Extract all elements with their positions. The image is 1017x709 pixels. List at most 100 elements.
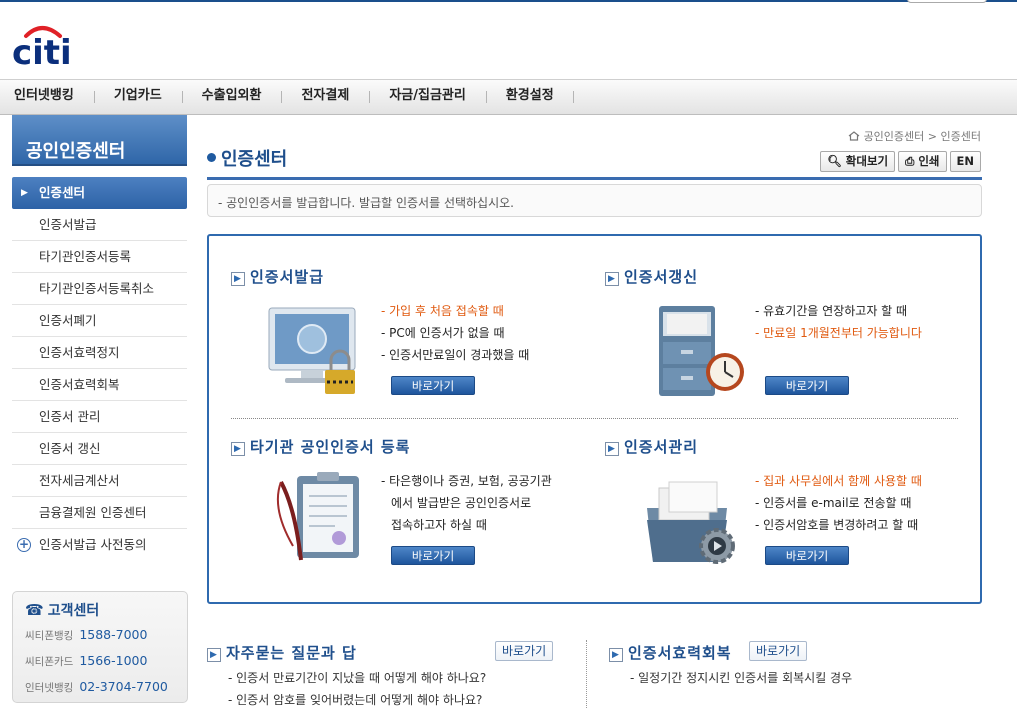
sidebar-item-cert-renew[interactable]: 인증서 갱신 [12, 433, 187, 465]
sidebar-item-cert-issue[interactable]: 인증서발급 [12, 209, 187, 241]
gnb-internet-banking[interactable]: 인터넷뱅킹 [0, 79, 94, 115]
restore-go-button[interactable]: 바로가기 [749, 641, 808, 661]
faq-link[interactable]: - 인증서 만료기간이 지났을 때 어떻게 해야 하나요? [228, 669, 486, 686]
list-item: - 만료일 1개월전부터 가능합니다 [755, 326, 922, 340]
card-title[interactable]: ▶ 인증서발급 [231, 266, 324, 287]
lnb-title: 공인인증센터 [12, 115, 187, 166]
zoom-button[interactable]: 🔍︎ 확대보기 [820, 151, 896, 172]
sidebar-item-cert-revoke[interactable]: 인증서폐기 [12, 305, 187, 337]
card-title[interactable]: ▶ 인증서갱신 [605, 266, 698, 287]
faq-title-text: 자주묻는 질문과 답 [226, 644, 357, 662]
sidebar-item-e-tax-invoice[interactable]: 전자세금계산서 [12, 465, 187, 497]
top-tab[interactable] [907, 0, 987, 3]
list-item: 접속하고자 하실 때 [391, 518, 487, 532]
go-button-cert-renew[interactable]: 바로가기 [765, 376, 849, 395]
arrow-box-icon: ▶ [609, 648, 623, 662]
arrow-box-icon: ▶ [605, 442, 619, 456]
phone-row: 씨티폰카드 1566-1000 [25, 648, 175, 674]
phone-row: 인터넷뱅킹 02-3704-7700 [25, 674, 175, 700]
sidebar-item-kftc-cert-center[interactable]: 금융결제원 인증센터 [12, 497, 187, 529]
sidebar-item-cert-restore[interactable]: 인증서효력회복 [12, 369, 187, 401]
cert-menu-panel: ▶ 인증서발급 - 가입 후 처음 접속할 때 - PC에 인증서가 없을 때 -… [207, 234, 982, 604]
clipboard-pen-icon [276, 472, 359, 561]
customer-center-box: ☎ 고객센터 씨티폰뱅킹 1588-7000 씨티폰카드 1566-1000 인터넷뱅… [12, 591, 188, 703]
utility-buttons: 🔍︎ 확대보기 ⎙ 인쇄 EN [820, 151, 981, 172]
card-list: - 가입 후 처음 접속할 때 - PC에 인증서가 없을 때 - 인증서만료일… [381, 300, 529, 366]
folder-gear-icon [647, 481, 735, 564]
breadcrumb-item: 인증센터 [940, 130, 981, 143]
card-title-text: 타기관 공인인증서 등록 [250, 438, 411, 456]
sidebar-item-cert-suspend[interactable]: 인증서효력정지 [12, 337, 187, 369]
sidebar-item-cert-center[interactable]: ▶ 인증센터 [12, 177, 187, 209]
cabinet-clock-icon [659, 306, 744, 396]
card-title-text: 인증서관리 [624, 438, 699, 456]
logo-text: citi [12, 33, 72, 70]
gnb-settings[interactable]: 환경설정 [485, 79, 574, 115]
list-item: - 집과 사무실에서 함께 사용할 때 [755, 474, 922, 488]
sidebar-item-cert-manage[interactable]: 인증서 관리 [12, 401, 187, 433]
faq-title[interactable]: ▶ 자주묻는 질문과 답 [207, 642, 357, 663]
list-item: - 인증서를 e-mail로 전송할 때 [755, 496, 912, 510]
printer-icon: ⎙ [905, 154, 915, 168]
card-cert-manage: ▶ 인증서관리 - 집과 사무실에서 함께 사용할 때 - 인증서를 e-mail… [605, 436, 975, 596]
arrow-right-icon: ▶ [21, 188, 28, 198]
customer-center-label: 고객센터 [47, 603, 100, 619]
phone-number: 1588-7000 [79, 627, 148, 642]
phone-icon: ☎ [25, 601, 44, 619]
list-item: - PC에 인증서가 없을 때 [381, 326, 505, 340]
zoom-label: 확대보기 [845, 154, 889, 168]
arrow-box-icon: ▶ [231, 272, 245, 286]
sidebar-item-label: 인증서발급 사전동의 [39, 537, 147, 552]
side-nav: ▶ 인증센터 인증서발급 타기관인증서등록 타기관인증서등록취소 인증서폐기 인증… [12, 177, 187, 561]
gnb-cash-management[interactable]: 자금/집금관리 [369, 79, 486, 115]
phone-number: 02-3704-7700 [79, 679, 168, 694]
restore-title[interactable]: ▶ 인증서효력회복 [609, 642, 732, 663]
arrow-box-icon: ▶ [231, 442, 245, 456]
citi-logo[interactable]: citi [12, 22, 74, 70]
magnifier-icon: 🔍︎ [827, 154, 842, 168]
breadcrumb-item[interactable]: 공인인증센터 [864, 130, 925, 143]
restore-title-text: 인증서효력회복 [628, 644, 732, 662]
card-title-text: 인증서갱신 [624, 268, 699, 286]
print-label: 인쇄 [918, 154, 940, 168]
card-cert-renew: ▶ 인증서갱신 - 유효기간을 연장하고자 할 때 - 만료일 1개월전부터 가능… [605, 266, 975, 426]
phone-label: 씨티폰뱅킹 [25, 630, 74, 642]
faq-go-button[interactable]: 바로가기 [495, 641, 554, 661]
top-border [0, 0, 1017, 2]
bullet-icon [207, 153, 216, 162]
customer-center-title: ☎ 고객센터 [25, 600, 175, 622]
phone-number: 1566-1000 [79, 653, 148, 668]
card-other-cert-register: ▶ 타기관 공인인증서 등록 - 타은행이나 증권, 보험, 공공기관 에서 발급… [231, 436, 601, 596]
card-title-text: 인증서발급 [250, 268, 325, 286]
card-title[interactable]: ▶ 타기관 공인인증서 등록 [231, 436, 410, 457]
sidebar-item-other-cert-register[interactable]: 타기관인증서등록 [12, 241, 187, 273]
plus-circle-icon: + [17, 537, 31, 552]
notice-box: - 공인인증서를 발급합니다. 발급할 인증서를 선택하십시오. [207, 184, 982, 217]
divider [586, 640, 587, 709]
title-underline [207, 177, 982, 180]
page-title-text: 인증센터 [221, 149, 288, 170]
phone-label: 인터넷뱅킹 [25, 682, 74, 694]
phone-row: 씨티폰뱅킹 1588-7000 [25, 622, 175, 648]
monitor-lock-icon [268, 307, 356, 394]
go-button-other-cert-register[interactable]: 바로가기 [391, 546, 475, 565]
faq-link[interactable]: - 인증서 암호를 잊어버렸는데 어떻게 해야 하나요? [228, 691, 482, 708]
sidebar-item-other-cert-unregister[interactable]: 타기관인증서등록취소 [12, 273, 187, 305]
sidebar-item-pre-consent[interactable]: + 인증서발급 사전동의 [12, 529, 187, 561]
list-item: - 가입 후 처음 접속할 때 [381, 304, 504, 318]
english-button[interactable]: EN [949, 151, 981, 172]
global-nav: 인터넷뱅킹 기업카드 수출입외환 전자결제 자금/집금관리 환경설정 [0, 79, 1017, 115]
gnb-e-payment[interactable]: 전자결제 [281, 79, 369, 115]
card-list: - 유효기간을 연장하고자 할 때 - 만료일 1개월전부터 가능합니다 [755, 300, 922, 344]
restore-link[interactable]: - 일정기간 정지시킨 인증서를 회복시킬 경우 [630, 669, 852, 686]
home-icon[interactable] [848, 131, 860, 141]
print-button[interactable]: ⎙ 인쇄 [898, 151, 947, 172]
phone-label: 씨티폰카드 [25, 656, 74, 668]
card-cert-issue: ▶ 인증서발급 - 가입 후 처음 접속할 때 - PC에 인증서가 없을 때 -… [231, 266, 601, 426]
gnb-trade-exchange[interactable]: 수출입외환 [181, 79, 282, 115]
go-button-cert-issue[interactable]: 바로가기 [391, 376, 475, 395]
gnb-corporate-card[interactable]: 기업카드 [93, 79, 182, 115]
go-button-cert-manage[interactable]: 바로가기 [765, 546, 849, 565]
card-title[interactable]: ▶ 인증서관리 [605, 436, 698, 457]
list-item: - 인증서암호를 변경하려고 할 때 [755, 518, 919, 532]
